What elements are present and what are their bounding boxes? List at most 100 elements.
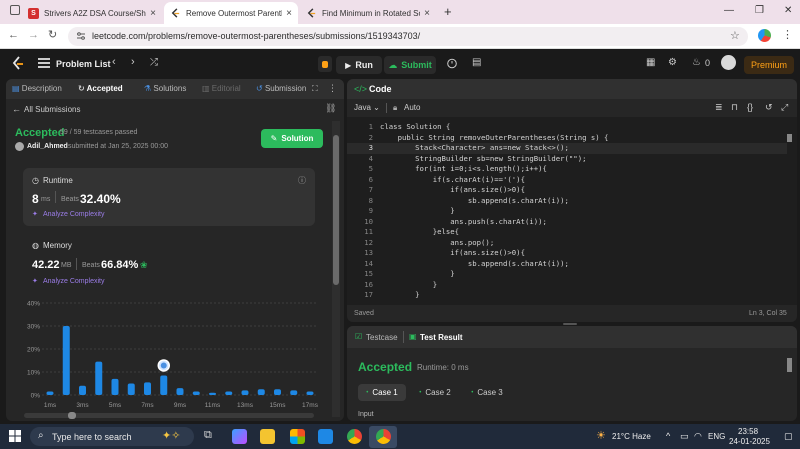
reset-icon[interactable]: ↺ [765, 102, 773, 113]
panel-menu-icon[interactable]: ⋮ [328, 83, 337, 94]
close-icon[interactable]: × [424, 8, 430, 19]
mode-auto[interactable]: Auto [404, 103, 420, 112]
layout-icon[interactable]: ▦ [646, 57, 655, 68]
shuffle-icon[interactable]: ⤮ [150, 57, 158, 68]
chart-bar[interactable] [241, 390, 249, 395]
code-line[interactable]: 15 } [347, 269, 787, 280]
braces-icon[interactable]: {} [747, 102, 753, 112]
code-line[interactable]: 8 sb.append(s.charAt(i)); [347, 196, 787, 207]
browser-tab-remove-outermost[interactable]: Remove Outermost Parentheses × [164, 2, 298, 24]
chart-bar[interactable] [290, 390, 298, 395]
info-icon[interactable]: ⓘ [298, 175, 306, 186]
memory-analyze-link[interactable]: Analyze Complexity [43, 278, 104, 285]
code-line[interactable]: 2 public String removeOuterParentheses(S… [347, 133, 787, 144]
problem-list-icon[interactable] [38, 58, 50, 68]
chart-range-slider[interactable] [24, 412, 314, 419]
language-select[interactable]: Java ⌄ [354, 103, 380, 112]
bookmark-star-icon[interactable]: ☆ [730, 29, 740, 42]
code-line[interactable]: 9 } [347, 206, 787, 217]
expand-icon[interactable]: ⤢ [781, 102, 788, 113]
tab-description[interactable]: ▤ Description [12, 84, 62, 93]
runtime-card[interactable]: ◷ Runtime ⓘ 8 ms Beats 32.40% ✦ Analyze … [23, 168, 315, 226]
new-tab-button[interactable]: + [444, 4, 452, 19]
editor-scrollbar[interactable] [787, 124, 794, 302]
minimize-icon[interactable]: — [724, 5, 734, 16]
runtime-analyze-link[interactable]: Analyze Complexity [43, 211, 104, 218]
browser-tab-find-minimum[interactable]: Find Minimum in Rotated Sorte × [300, 2, 436, 24]
case-3-tab[interactable]: • Case 3 [465, 384, 509, 401]
clock-time[interactable]: 23:58 [738, 427, 758, 436]
restore-icon[interactable]: ❐ [755, 5, 764, 16]
url-field[interactable]: leetcode.com/problems/remove-outermost-p… [68, 27, 748, 46]
battery-icon[interactable]: ▭ [680, 431, 689, 442]
close-icon[interactable]: × [286, 8, 292, 19]
reload-icon[interactable]: ↻ [48, 28, 57, 41]
copilot-icon[interactable] [232, 429, 247, 444]
format-icon[interactable]: ≣ [715, 102, 723, 113]
chart-bar[interactable] [225, 391, 233, 395]
timer-icon[interactable] [446, 57, 458, 69]
microsoft-store-icon[interactable] [290, 429, 305, 444]
debug-icon[interactable] [318, 56, 332, 72]
profile-avatar[interactable] [758, 29, 771, 42]
prev-problem-icon[interactable]: ‹ [112, 56, 116, 68]
maximize-panel-icon[interactable]: ⛶ [312, 84, 318, 94]
chart-bar[interactable] [46, 391, 54, 395]
site-info-icon[interactable] [76, 31, 86, 41]
chart-bar[interactable] [111, 378, 119, 395]
chart-bar[interactable] [192, 391, 200, 395]
code-line[interactable]: 12 ans.pop(); [347, 238, 787, 249]
vertical-scrollbar[interactable] [332, 121, 340, 417]
leetcode-logo-icon[interactable] [11, 56, 25, 72]
tab-submissions[interactable]: ↺ Submission [256, 84, 306, 93]
clock-date[interactable]: 24-01-2025 [729, 437, 770, 446]
panel-resize-handle[interactable] [563, 323, 577, 325]
solution-button[interactable]: ✎ Solution [261, 129, 323, 148]
mail-icon[interactable] [318, 429, 333, 444]
notification-icon[interactable]: ▢ [784, 431, 793, 442]
code-line[interactable]: 5 for(int i=0;i<s.length();i++){ [347, 164, 787, 175]
code-area[interactable]: 1 class Solution { 2 public String remove… [347, 122, 787, 302]
chart-bar[interactable] [62, 326, 70, 395]
case-1-tab[interactable]: • Case 1 [358, 384, 406, 401]
task-view-icon[interactable]: ⧉ [204, 429, 212, 442]
tab-editorial[interactable]: ▥ Editorial [202, 84, 241, 93]
lock-icon[interactable]: 🔒︎ [393, 103, 397, 113]
streak-flame-icon[interactable]: ♨ [692, 57, 701, 68]
wifi-icon[interactable]: ◠ [694, 431, 702, 442]
taskbar-search-box[interactable]: ⌕ Type here to search ✦✧ [30, 427, 194, 446]
chrome-icon[interactable] [347, 429, 362, 444]
code-line[interactable]: 1 class Solution { [347, 122, 787, 133]
settings-gear-icon[interactable]: ⚙ [668, 57, 677, 68]
chart-bar[interactable] [274, 389, 281, 395]
forward-arrow-icon[interactable]: → [28, 29, 39, 41]
range-slider-handle[interactable] [68, 412, 76, 419]
tray-overflow-icon[interactable]: ^ [666, 431, 670, 441]
premium-button[interactable]: Premium [744, 56, 794, 74]
notes-icon[interactable]: ▤ [472, 57, 481, 68]
browser-menu-icon[interactable]: ⋮ [782, 28, 793, 41]
file-explorer-icon[interactable] [260, 429, 275, 444]
back-arrow-icon[interactable]: ← [8, 29, 19, 41]
runtime-distribution-chart[interactable]: 0% 10% 20% 30% 40% 1ms 3ms 5ms 7ms 9ms 11ms 13ms 15m… [6, 293, 326, 415]
case-2-tab[interactable]: • Case 2 [413, 384, 457, 401]
all-submissions-link[interactable]: All Submissions [24, 105, 80, 114]
browser-tab-striver[interactable]: S Strivers A2Z DSA Course/Sheet × [22, 2, 162, 24]
chart-bar[interactable] [95, 361, 103, 395]
weather-text[interactable]: 21°C Haze [612, 432, 651, 441]
run-button[interactable]: ▶ Run [336, 56, 382, 74]
username[interactable]: Adil_Ahmed [27, 143, 68, 150]
chart-bar[interactable] [257, 389, 265, 395]
code-line[interactable]: 13 if(ans.size()>0){ [347, 248, 787, 259]
next-problem-icon[interactable]: › [131, 56, 135, 68]
share-link-icon[interactable]: ⛓ [325, 103, 336, 114]
code-line[interactable]: 14 sb.append(s.charAt(i)); [347, 259, 787, 270]
chrome-profile-icon[interactable] [376, 429, 391, 444]
window-close-icon[interactable]: ✕ [784, 5, 792, 16]
scrollbar-thumb[interactable] [787, 134, 792, 142]
scrollbar-thumb[interactable] [787, 358, 792, 372]
code-line[interactable]: 10 ans.push(s.charAt(i)); [347, 217, 787, 228]
tab-search-icon[interactable] [10, 5, 20, 15]
result-scrollbar[interactable] [787, 356, 793, 406]
chart-bar[interactable] [127, 383, 135, 396]
